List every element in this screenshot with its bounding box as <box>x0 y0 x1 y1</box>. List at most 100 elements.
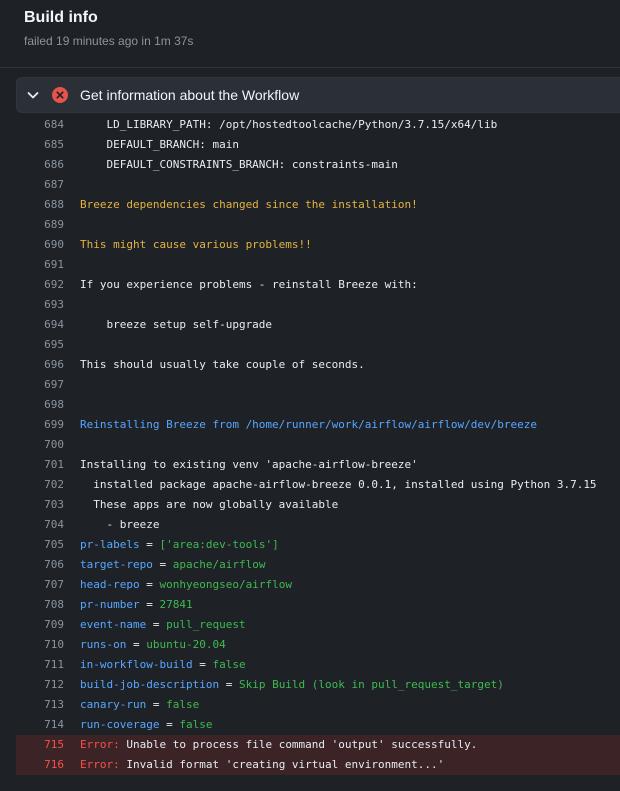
log-segment: false <box>212 658 246 671</box>
log-line: 698 <box>16 395 620 415</box>
line-number[interactable]: 700 <box>16 435 64 455</box>
line-number[interactable]: 697 <box>16 375 64 395</box>
line-number[interactable]: 690 <box>16 235 64 255</box>
log-line: 712 build-job-description = Skip Build (l… <box>16 675 620 695</box>
log-segment: Breeze dependencies changed since the in… <box>80 198 418 211</box>
log-segment: pull_request <box>166 618 246 631</box>
log-line: 685 DEFAULT_BRANCH: main <box>16 135 620 155</box>
log-line: 690 This might cause various problems!! <box>16 235 620 255</box>
line-number[interactable]: 708 <box>16 595 64 615</box>
line-number[interactable]: 686 <box>16 155 64 175</box>
log-segment: Unable to process file command 'output' … <box>119 738 478 751</box>
line-number[interactable]: 714 <box>16 715 64 735</box>
log-line: 705 pr-labels = ['area:dev-tools'] <box>16 535 620 555</box>
log-line: 697 <box>16 375 620 395</box>
line-number[interactable]: 687 <box>16 175 64 195</box>
line-number[interactable]: 688 <box>16 195 64 215</box>
log-line: 696 This should usually take couple of se… <box>16 355 620 375</box>
line-number[interactable]: 695 <box>16 335 64 355</box>
log-line-text: DEFAULT_CONSTRAINTS_BRANCH: constraints-… <box>80 155 398 175</box>
log-line: 694 breeze setup self-upgrade <box>16 315 620 335</box>
line-number[interactable]: 704 <box>16 515 64 535</box>
line-number[interactable]: 712 <box>16 675 64 695</box>
line-number[interactable]: 702 <box>16 475 64 495</box>
line-number[interactable]: 705 <box>16 535 64 555</box>
log-segment: Reinstalling Breeze from /home/runner/wo… <box>80 418 537 431</box>
log-line-text: Installing to existing venv 'apache-airf… <box>80 455 418 475</box>
log-segment: DEFAULT_BRANCH: main <box>80 138 239 151</box>
log-segment: LD_LIBRARY_PATH: /opt/hostedtoolcache/Py… <box>80 118 498 131</box>
log-line-text: DEFAULT_BRANCH: main <box>80 135 239 155</box>
log-segment: = <box>126 638 147 651</box>
line-number[interactable]: 707 <box>16 575 64 595</box>
line-number[interactable]: 716 <box>16 755 64 775</box>
log-segment: run-coverage <box>80 718 160 731</box>
log-segment: head-repo <box>80 578 140 591</box>
log-line: 707 head-repo = wonhyeongseo/airflow <box>16 575 620 595</box>
log-line-text: This should usually take couple of secon… <box>80 355 365 375</box>
log-segment: Skip Build (look in pull_request_target) <box>238 678 504 691</box>
log-segment: false <box>166 698 200 711</box>
log-line: 702 installed package apache-airflow-bre… <box>16 475 620 495</box>
log-segment: If you experience problems - reinstall B… <box>80 278 418 291</box>
log-segment: 27841 <box>159 598 193 611</box>
log-segment: runs-on <box>80 638 127 651</box>
log-segment: DEFAULT_CONSTRAINTS_BRANCH: constraints-… <box>80 158 398 171</box>
log-segment: target-repo <box>80 558 153 571</box>
log-line: 695 <box>16 335 620 355</box>
chevron-down-icon[interactable] <box>25 87 41 103</box>
build-header: Build info failed 19 minutes ago in 1m 3… <box>0 0 620 68</box>
line-number[interactable]: 701 <box>16 455 64 475</box>
line-number[interactable]: 710 <box>16 635 64 655</box>
log-line: 713 canary-run = false <box>16 695 620 715</box>
log-segment: Installing to existing venv 'apache-airf… <box>80 458 418 471</box>
line-number[interactable]: 698 <box>16 395 64 415</box>
log-line: 708 pr-number = 27841 <box>16 595 620 615</box>
line-number[interactable]: 684 <box>16 115 64 135</box>
log-segment: false <box>179 718 213 731</box>
log-line: 687 <box>16 175 620 195</box>
log-line: 714 run-coverage = false <box>16 715 620 735</box>
step-header[interactable]: Get information about the Workflow <box>16 77 620 113</box>
log-line-error: 715 Error: Unable to process file command… <box>16 735 620 755</box>
log-line-text: event-name = pull_request <box>80 615 246 635</box>
line-number[interactable]: 711 <box>16 655 64 675</box>
log-line-text: build-job-description = Skip Build (look… <box>80 675 504 695</box>
line-number[interactable]: 703 <box>16 495 64 515</box>
line-number[interactable]: 689 <box>16 215 64 235</box>
log-line: 706 target-repo = apache/airflow <box>16 555 620 575</box>
log-segment: build-job-description <box>80 678 220 691</box>
line-number[interactable]: 692 <box>16 275 64 295</box>
log-segment: - breeze <box>80 518 160 531</box>
log-line: 710 runs-on = ubuntu-20.04 <box>16 635 620 655</box>
log-line-text: LD_LIBRARY_PATH: /opt/hostedtoolcache/Py… <box>80 115 497 135</box>
log-line: 704 - breeze <box>16 515 620 535</box>
line-number[interactable]: 691 <box>16 255 64 275</box>
log-line: 700 <box>16 435 620 455</box>
log-segment: This might cause various problems!! <box>80 238 312 251</box>
log-segment: pr-number <box>80 598 140 611</box>
log-segment: = <box>192 658 213 671</box>
line-number[interactable]: 694 <box>16 315 64 335</box>
log-segment: This should usually take couple of secon… <box>80 358 365 371</box>
log-line: 689 <box>16 215 620 235</box>
log-line-text: run-coverage = false <box>80 715 212 735</box>
log-segment: = <box>219 678 239 691</box>
line-number[interactable]: 709 <box>16 615 64 635</box>
log-line-text: Reinstalling Breeze from /home/runner/wo… <box>80 415 537 435</box>
line-number[interactable]: 693 <box>16 295 64 315</box>
log-segment: in-workflow-build <box>80 658 193 671</box>
log-segment: = <box>146 618 167 631</box>
log-segment: ['area:dev-tools'] <box>159 538 279 551</box>
line-number[interactable]: 706 <box>16 555 64 575</box>
line-number[interactable]: 699 <box>16 415 64 435</box>
line-number[interactable]: 713 <box>16 695 64 715</box>
log-segment: apache/airflow <box>172 558 266 571</box>
log-line: 701 Installing to existing venv 'apache-a… <box>16 455 620 475</box>
line-number[interactable]: 715 <box>16 735 64 755</box>
line-number[interactable]: 685 <box>16 135 64 155</box>
line-number[interactable]: 696 <box>16 355 64 375</box>
log-line: 686 DEFAULT_CONSTRAINTS_BRANCH: constrai… <box>16 155 620 175</box>
log-line: 692 If you experience problems - reinstal… <box>16 275 620 295</box>
log-segment: canary-run <box>80 698 147 711</box>
